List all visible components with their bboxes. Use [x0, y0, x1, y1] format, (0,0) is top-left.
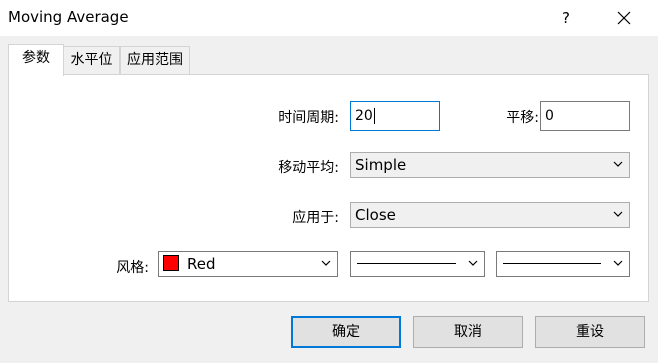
period-label: 时间周期:	[278, 110, 339, 126]
style-label: 风格:	[116, 260, 149, 276]
window-title: Moving Average	[8, 8, 129, 26]
method-select[interactable]: Simple	[350, 152, 630, 178]
apply-select[interactable]: Close	[350, 202, 630, 228]
color-select[interactable]: Red	[158, 251, 338, 277]
period-input[interactable]: 20	[350, 101, 440, 131]
shift-label: 平移:	[506, 110, 539, 126]
color-swatch	[163, 255, 179, 271]
shift-value: 0	[545, 108, 554, 124]
line-width-sample	[503, 263, 601, 264]
chevron-down-icon	[613, 260, 623, 266]
chevron-down-icon	[613, 161, 623, 167]
method-value: Simple	[355, 156, 407, 174]
params-panel: 时间周期: 20 平移: 0 移动平均: Simple 应用于: Close 风…	[8, 74, 649, 302]
chevron-down-icon	[321, 260, 331, 266]
reset-button[interactable]: 重设	[535, 316, 645, 348]
close-button[interactable]	[610, 4, 638, 32]
line-style-select[interactable]	[350, 251, 485, 277]
help-button[interactable]: ?	[552, 4, 580, 32]
chevron-down-icon	[468, 260, 478, 266]
method-label: 移动平均:	[278, 160, 339, 176]
text-caret	[373, 108, 375, 124]
tab-visualization[interactable]: 应用范围	[120, 46, 190, 74]
chevron-down-icon	[613, 211, 623, 217]
apply-value: Close	[355, 206, 396, 224]
apply-label: 应用于:	[292, 210, 339, 226]
tab-params[interactable]: 参数	[8, 44, 64, 76]
tab-levels[interactable]: 水平位	[63, 46, 120, 74]
line-style-sample	[357, 263, 456, 264]
ok-button[interactable]: 确定	[291, 316, 401, 348]
line-width-select[interactable]	[496, 251, 630, 277]
cancel-button[interactable]: 取消	[413, 316, 523, 348]
period-value: 20	[355, 108, 373, 124]
color-name: Red	[187, 255, 216, 273]
close-icon	[617, 11, 631, 25]
shift-input[interactable]: 0	[540, 101, 630, 131]
title-bar: Moving Average ?	[0, 0, 658, 36]
